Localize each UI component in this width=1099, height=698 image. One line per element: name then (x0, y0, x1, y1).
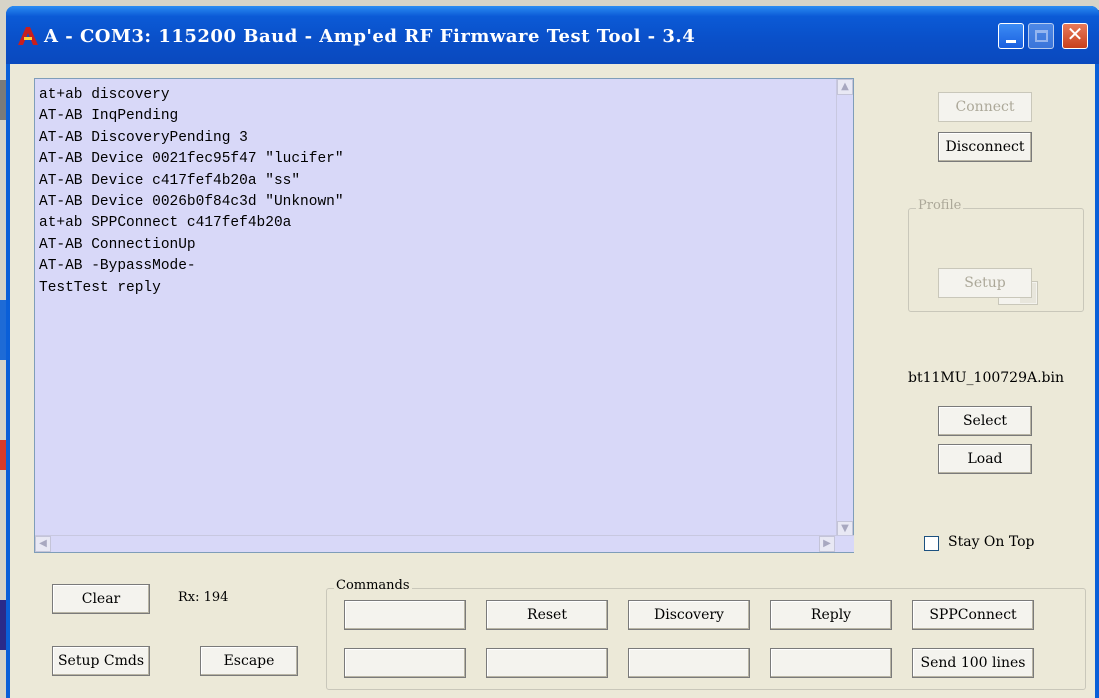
terminal-line: TestTest reply (39, 279, 161, 296)
client-area: at+ab discovery AT-AB InqPending AT-AB Dis… (10, 64, 1095, 698)
window-frame: A - COM3: 115200 Baud - Amp'ed RF Firmwa… (6, 6, 1099, 698)
title-bar[interactable]: A - COM3: 115200 Baud - Amp'ed RF Firmwa… (6, 6, 1099, 64)
escape-button[interactable]: Escape (200, 646, 298, 676)
terminal-line: AT-AB InqPending (39, 108, 179, 125)
setup-cmds-button[interactable]: Setup Cmds (52, 646, 150, 676)
scroll-right-icon[interactable]: ▶ (819, 536, 835, 552)
close-icon: ✕ (1066, 22, 1084, 46)
send-100-lines-button[interactable]: Send 100 lines (912, 648, 1034, 678)
reset-button[interactable]: Reset (486, 600, 608, 630)
terminal-lines: at+ab discovery AT-AB InqPending AT-AB Dis… (39, 85, 344, 299)
app-icon (18, 27, 38, 45)
select-button[interactable]: Select (938, 406, 1032, 436)
reply-button[interactable]: Reply (770, 600, 892, 630)
terminal-line: at+ab SPPConnect c417fef4b20a (39, 215, 292, 232)
stay-on-top-checkbox[interactable] (924, 536, 939, 551)
discovery-button[interactable]: Discovery (628, 600, 750, 630)
terminal-line: AT-AB DiscoveryPending 3 (39, 129, 248, 146)
vertical-scrollbar[interactable]: ▲ ▼ (836, 79, 853, 537)
scroll-up-icon[interactable]: ▲ (837, 79, 853, 95)
window-title: A - COM3: 115200 Baud - Amp'ed RF Firmwa… (44, 26, 696, 47)
clear-button[interactable]: Clear (52, 584, 150, 614)
profile-legend: Profile (916, 198, 964, 213)
terminal-line: AT-AB Device c417fef4b20a "ss" (39, 172, 301, 189)
command-button-7[interactable] (486, 648, 608, 678)
rx-count: Rx: 194 (178, 590, 229, 605)
terminal-line: AT-AB Device 0021fec95f47 "lucifer" (39, 151, 344, 168)
load-button[interactable]: Load (938, 444, 1032, 474)
horizontal-scrollbar[interactable]: ◀ ▶ (35, 535, 854, 552)
command-button-6[interactable] (344, 648, 466, 678)
command-button-1[interactable] (344, 600, 466, 630)
commands-legend: Commands (334, 578, 412, 593)
minimize-icon (1006, 40, 1016, 43)
terminal-output[interactable]: at+ab discovery AT-AB InqPending AT-AB Dis… (34, 78, 854, 553)
close-button[interactable]: ✕ (1062, 22, 1088, 49)
sppconnect-button[interactable]: SPPConnect (912, 600, 1034, 630)
command-button-8[interactable] (628, 648, 750, 678)
terminal-line: AT-AB ConnectionUp (39, 236, 196, 253)
minimize-button[interactable] (998, 23, 1024, 49)
terminal-line: AT-AB -BypassMode- (39, 258, 196, 275)
terminal-line: AT-AB Device 0026b0f84c3d "Unknown" (39, 194, 344, 211)
scroll-left-icon[interactable]: ◀ (35, 536, 51, 552)
terminal-line: at+ab discovery (39, 87, 170, 103)
setup-button[interactable]: Setup (938, 268, 1032, 298)
firmware-filename: bt11MU_100729A.bin (908, 370, 1064, 386)
connect-button[interactable]: Connect (938, 92, 1032, 122)
command-button-9[interactable] (770, 648, 892, 678)
maximize-icon (1035, 30, 1048, 42)
stay-on-top-label: Stay On Top (948, 534, 1035, 550)
app-window: A - COM3: 115200 Baud - Amp'ed RF Firmwa… (0, 0, 1099, 698)
maximize-button[interactable] (1028, 23, 1054, 49)
disconnect-button[interactable]: Disconnect (938, 132, 1032, 162)
